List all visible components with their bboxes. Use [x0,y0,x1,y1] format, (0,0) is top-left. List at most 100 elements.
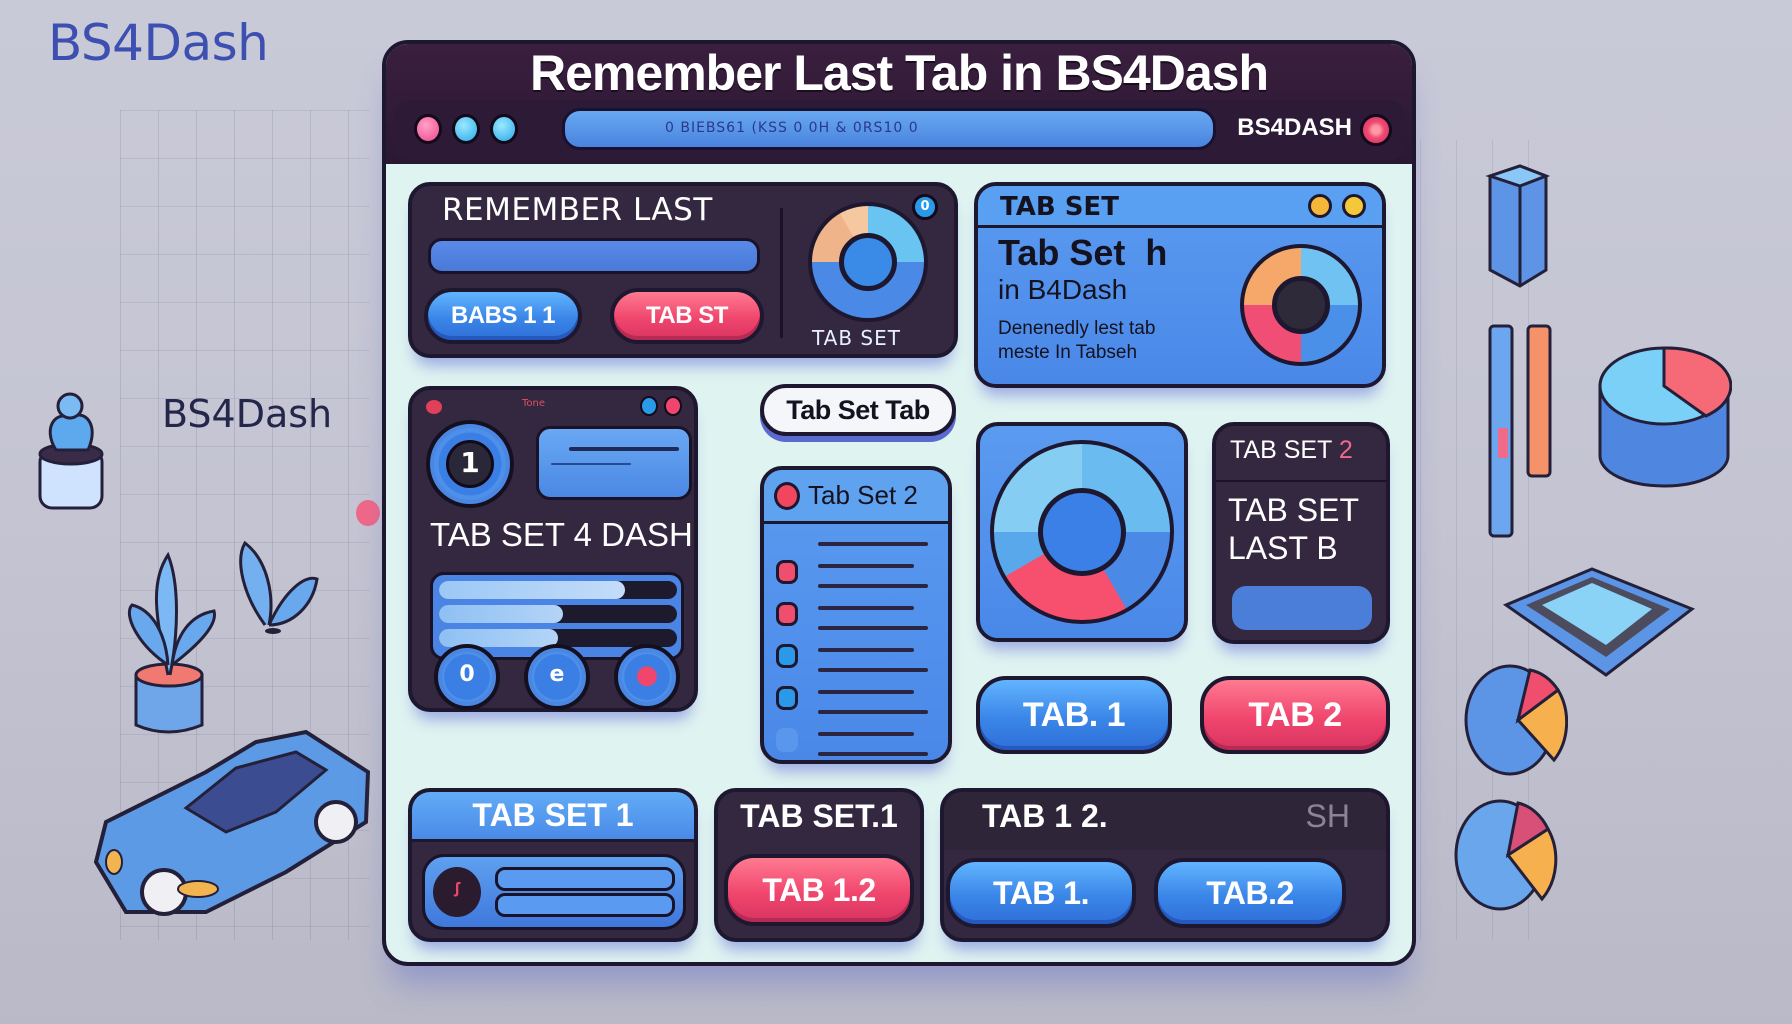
address-bar[interactable]: 0 BIEBS61 (KSS 0 0H & 0RS10 0 [562,108,1216,150]
bar-block-icon [1485,164,1551,288]
donut-center [1272,276,1330,334]
info-heading-line2: in B4Dash [998,274,1128,305]
list-line [818,752,928,756]
progress-bar [439,605,677,623]
tab-set-1-card: TAB SET 1 ꭍ [408,788,698,942]
list-bullet-icon [776,644,798,668]
card-header-title: TAB SET 2 [1230,436,1353,465]
card-divider [780,208,783,338]
info-heading-line1: Tab Set h [998,232,1168,273]
red-indicator-icon [426,400,442,414]
list-item[interactable] [764,686,948,724]
tab-2-button[interactable]: TAB.2 [1154,858,1346,928]
donut-label: TAB SET [812,326,901,350]
list-bullet-icon [776,686,798,710]
list-bullet-icon [776,602,798,626]
list-item[interactable] [764,602,948,640]
pie-chart-icon [1464,664,1568,776]
tab-1-button[interactable]: TAB 1. [946,858,1136,928]
card-header-text: Tone [522,398,546,409]
card-header: Tab Set 2 [764,470,948,524]
round-button-label: 0 [459,662,475,687]
card-header: TAB SET [978,186,1382,228]
text-line [569,447,679,451]
remember-last-card: REMEMBER LAST BABS 1 1 TAB ST TAB SET 0 [408,182,958,358]
close-dot-icon[interactable] [664,396,682,416]
app-window: Remember Last Tab in BS4Dash 0 BIEBS61 (… [382,40,1416,966]
tab-button-blue[interactable]: BABS 1 1 [424,288,582,344]
donut-chart-icon [1240,244,1362,366]
info-dot-icon[interactable] [640,396,658,416]
info-desc-line1: Denenedly lest tab [998,318,1156,339]
tab-set-dash-card: Tone 1 TAB SET 4 DASH 0 e ● [408,386,698,712]
tab-set-1-header[interactable]: TAB SET 1 [412,792,694,842]
leaf-icon [239,540,319,634]
close-window-button[interactable] [414,114,442,144]
donut-center [839,233,897,291]
progress-bar [439,581,677,599]
card-header-title: TAB SET [1000,192,1119,222]
potted-plant-icon [38,392,104,510]
round-button-label: e [549,662,565,687]
tab-2-button[interactable]: TAB 2 [1200,676,1390,754]
tab-icon: ꭍ [433,867,481,917]
list-line [818,690,914,694]
status-dot-icon [1342,194,1366,218]
notification-badge[interactable]: 0 [912,194,938,220]
tab-set-info-card: TAB SET Tab Set h in B4Dash Denenedly le… [974,182,1386,388]
list-item[interactable] [764,728,948,766]
maximize-window-button[interactable] [490,114,518,144]
progress-fill [439,605,563,623]
list-line [818,710,928,714]
list-item[interactable] [764,644,948,682]
window-title: Remember Last Tab in BS4Dash [530,45,1269,101]
progress-fill [439,581,625,599]
donut-center [1038,488,1126,576]
list-line [818,584,928,588]
list-line [818,626,928,630]
card-input-field[interactable] [1232,586,1372,630]
tab-set-tab-button[interactable]: Tab Set Tab [760,384,956,436]
tab-1-button[interactable]: TAB. 1 [976,676,1172,754]
pink-dot-decoration [356,500,380,526]
card-title: REMEMBER LAST [442,192,713,228]
bar-columns-icon [1488,324,1552,538]
window-controls [414,114,518,144]
header-number: 2 [1338,436,1353,464]
record-button[interactable] [1360,114,1392,146]
donut-chart-icon [808,202,928,322]
brand-logo-text: BS4Dash [48,14,269,72]
title-bar: Remember Last Tab in BS4Dash 0 BIEBS61 (… [386,44,1412,164]
info-desc-line2: meste In Tabseh [998,342,1138,363]
round-button-2[interactable]: e [524,644,590,710]
list-line [818,732,914,736]
tab-1-2-card: TAB 1 2. SH TAB 1. TAB.2 [940,788,1390,942]
list-line [818,564,914,568]
round-button-1[interactable]: 0 [434,644,500,710]
list-line [818,606,914,610]
list-line [818,648,914,652]
tab-set-2-list-card: Tab Set 2 [760,466,952,764]
step-number: 1 [446,440,494,488]
list-bullet-icon [776,560,798,584]
tab-set-1b-card: TAB SET.1 TAB 1.2 [714,788,924,942]
browser-toolbar: 0 BIEBS61 (KSS 0 0H & 0RS10 0 BS4DASH [394,100,1404,160]
header-text: TAB SET [1230,436,1332,464]
tab-button-red[interactable]: TAB ST [610,288,764,344]
donut-chart-icon [990,440,1174,624]
tab-1-2-button[interactable]: TAB 1.2 [724,854,914,926]
card-header-title: TAB SET.1 [740,798,898,834]
info-panel [536,426,692,500]
card-line1: TAB SET [1228,492,1359,528]
step-number-button[interactable]: 1 [426,420,514,508]
card-header: TAB 1 2. SH [944,792,1386,850]
status-dot-icon [1308,194,1332,218]
tab-line-1 [495,867,675,891]
remember-input-field[interactable] [428,238,760,274]
text-line [551,463,631,465]
list-line [818,542,928,546]
minimize-window-button[interactable] [452,114,480,144]
list-item[interactable] [764,560,948,598]
round-button-3[interactable]: ● [614,644,680,710]
list-bullet-icon [776,728,798,752]
